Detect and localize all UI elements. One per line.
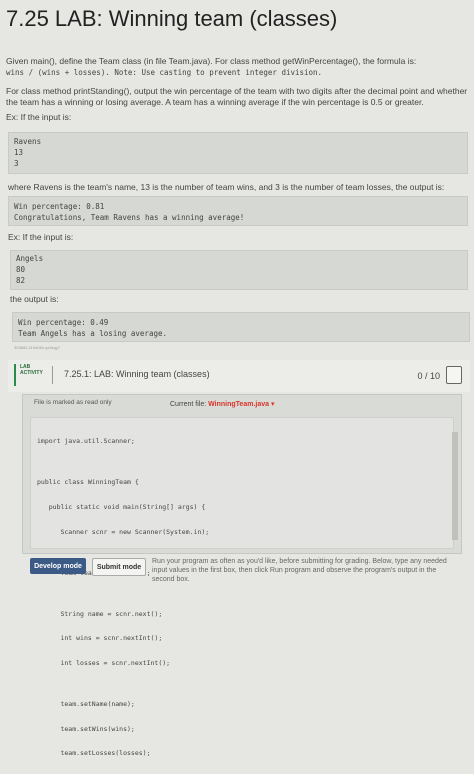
code-line: import java.util.Scanner; bbox=[37, 437, 135, 446]
output-line: Congratulations, Team Ravens has a winni… bbox=[14, 213, 245, 222]
lab-title: 7.25.1: LAB: Winning team (classes) bbox=[64, 369, 210, 379]
header-divider bbox=[52, 366, 53, 384]
code-line: public class WinningTeam { bbox=[37, 478, 139, 487]
code-line: team.setWins(wins); bbox=[37, 724, 135, 733]
code-line: team.setName(name); bbox=[37, 699, 135, 708]
input-line: Angels bbox=[16, 254, 44, 263]
score-indicator-icon bbox=[446, 366, 462, 384]
code-line: String name = scnr.next(); bbox=[37, 609, 163, 618]
code-editor[interactable]: import java.util.Scanner; public class W… bbox=[30, 417, 454, 757]
code-line: Scanner scnr = new Scanner(System.in); bbox=[37, 527, 210, 536]
code-line: public static void main(String[] args) { bbox=[37, 503, 206, 512]
example1-explanation: where Ravens is the team's name, 13 is t… bbox=[8, 182, 445, 192]
readonly-note: File is marked as read only bbox=[34, 399, 112, 406]
current-file-selector[interactable]: Current file: WinningTeam.java ▾ bbox=[170, 400, 274, 408]
editor-scrollbar[interactable] bbox=[452, 432, 458, 540]
code-line: team.setLosses(losses); bbox=[37, 749, 151, 758]
example1-input-box: Ravens 13 3 bbox=[8, 132, 468, 174]
input-line: 80 bbox=[16, 265, 26, 274]
activity-tag: 303652.2194054.qx3zqy7 bbox=[14, 345, 61, 350]
lab-activity-header: LAB ACTIVITY 7.25.1: LAB: Winning team (… bbox=[8, 360, 470, 392]
example2-output-box: Win percentage: 0.49 Team Angels has a l… bbox=[12, 312, 470, 342]
develop-mode-button[interactable]: Develop mode bbox=[30, 558, 86, 574]
input-line: 13 bbox=[14, 148, 24, 157]
output-line: Win percentage: 0.81 bbox=[14, 202, 105, 211]
code-line: int wins = scnr.nextInt(); bbox=[37, 634, 163, 643]
page-title: 7.25 LAB: Winning team (classes) bbox=[6, 6, 338, 31]
chevron-down-icon[interactable]: ▾ bbox=[271, 401, 275, 408]
formula-text: wins / (wins + losses). Note: Use castin… bbox=[6, 68, 323, 77]
current-file-label: Current file: bbox=[170, 401, 207, 408]
code-line: int losses = scnr.nextInt(); bbox=[37, 658, 171, 667]
intro-text: Given main(), define the Team class (in … bbox=[6, 56, 417, 66]
output-line: Win percentage: 0.49 bbox=[18, 318, 109, 327]
standing-description: For class method printStanding(), output… bbox=[6, 86, 468, 107]
input-line: Ravens bbox=[14, 137, 42, 146]
example2-explanation: the output is: bbox=[10, 294, 59, 304]
current-file-name[interactable]: WinningTeam.java bbox=[208, 401, 269, 408]
input-line: 82 bbox=[16, 276, 26, 285]
lab-activity-badge: LAB ACTIVITY bbox=[14, 364, 46, 386]
example2-input-box: Angels 80 82 bbox=[10, 250, 468, 290]
run-instructions: Run your program as often as you'd like,… bbox=[152, 558, 447, 583]
output-line: Team Angels has a losing average. bbox=[18, 329, 168, 338]
example1-output-box: Win percentage: 0.81 Congratulations, Te… bbox=[8, 196, 468, 226]
example2-label: Ex: If the input is: bbox=[8, 232, 74, 242]
submit-mode-button[interactable]: Submit mode bbox=[92, 558, 146, 576]
score-text: 0 / 10 bbox=[417, 371, 440, 381]
example1-label: Ex: If the input is: bbox=[6, 112, 72, 122]
input-line: 3 bbox=[14, 159, 19, 168]
